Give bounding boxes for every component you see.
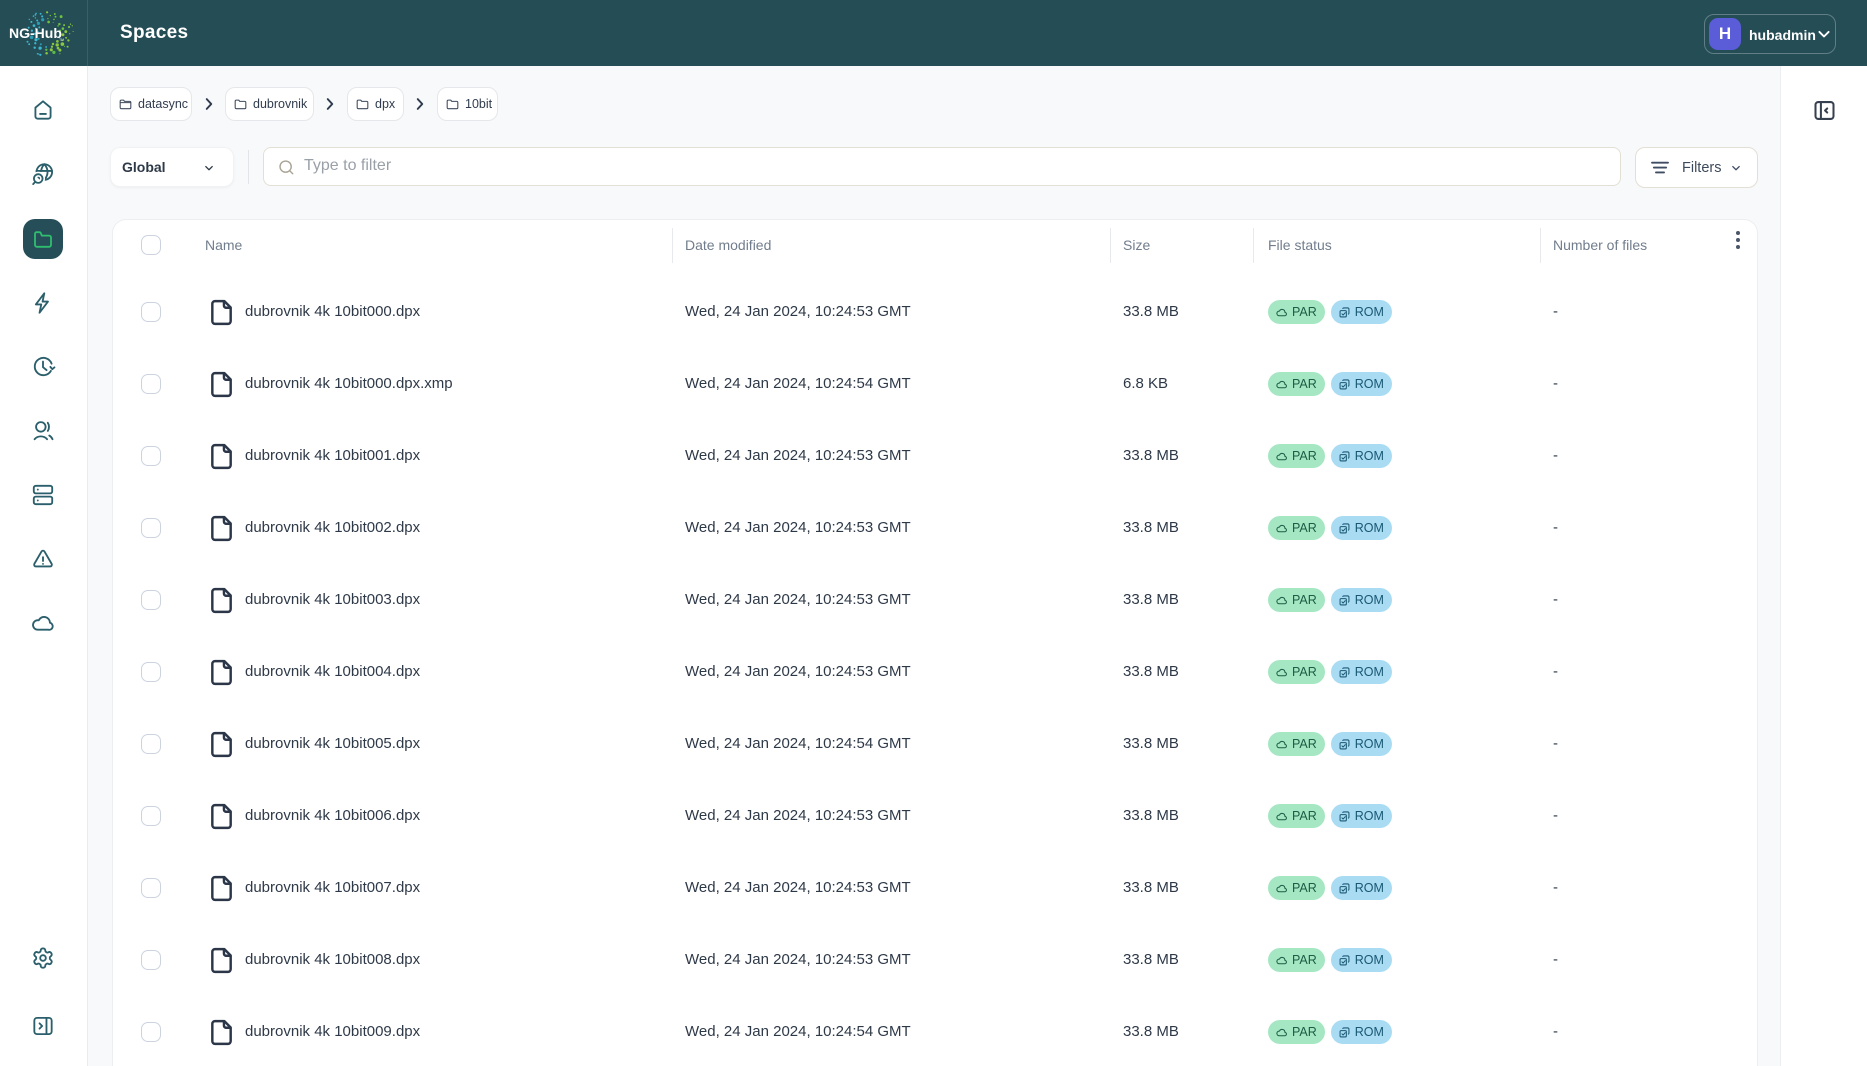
svg-text:TM: TM	[59, 38, 64, 42]
svg-text:NG-Hub: NG-Hub	[9, 25, 62, 41]
